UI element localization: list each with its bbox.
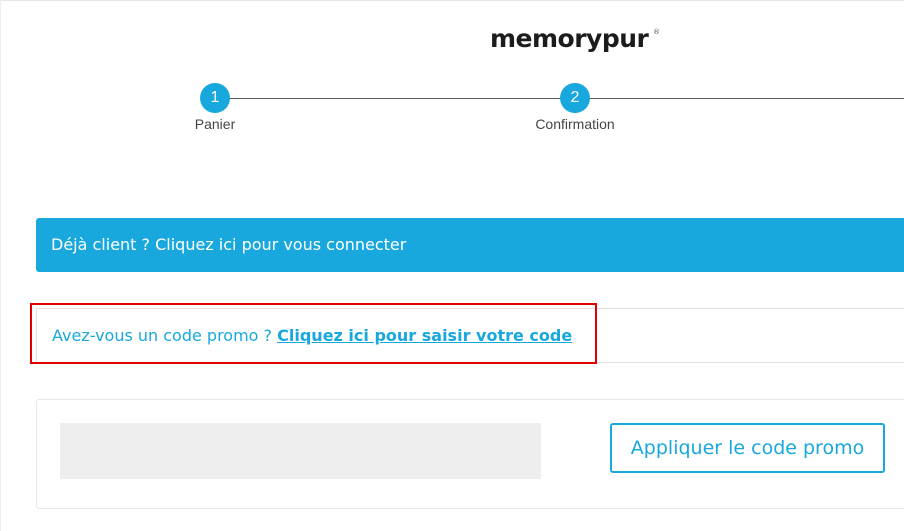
login-banner-text[interactable]: Déjà client ? Cliquez ici pour vous conn… <box>51 235 406 254</box>
step-1-circle: 1 <box>200 83 230 113</box>
promo-question: Avez-vous un code promo ? <box>52 326 273 345</box>
step-1-label: Panier <box>194 116 236 132</box>
checkout-steps: 1 Panier 2 Confirmation <box>0 0 904 140</box>
step-2-label: Confirmation <box>535 116 615 132</box>
coupon-code-input[interactable] <box>60 423 541 479</box>
promo-code-notice: Avez-vous un code promo ? Cliquez ici po… <box>36 308 904 363</box>
step-2-circle: 2 <box>560 83 590 113</box>
apply-coupon-button[interactable]: Appliquer le code promo <box>610 423 885 473</box>
promo-show-link[interactable]: Cliquez ici pour saisir votre code <box>277 326 572 345</box>
login-banner[interactable]: Déjà client ? Cliquez ici pour vous conn… <box>36 218 904 272</box>
